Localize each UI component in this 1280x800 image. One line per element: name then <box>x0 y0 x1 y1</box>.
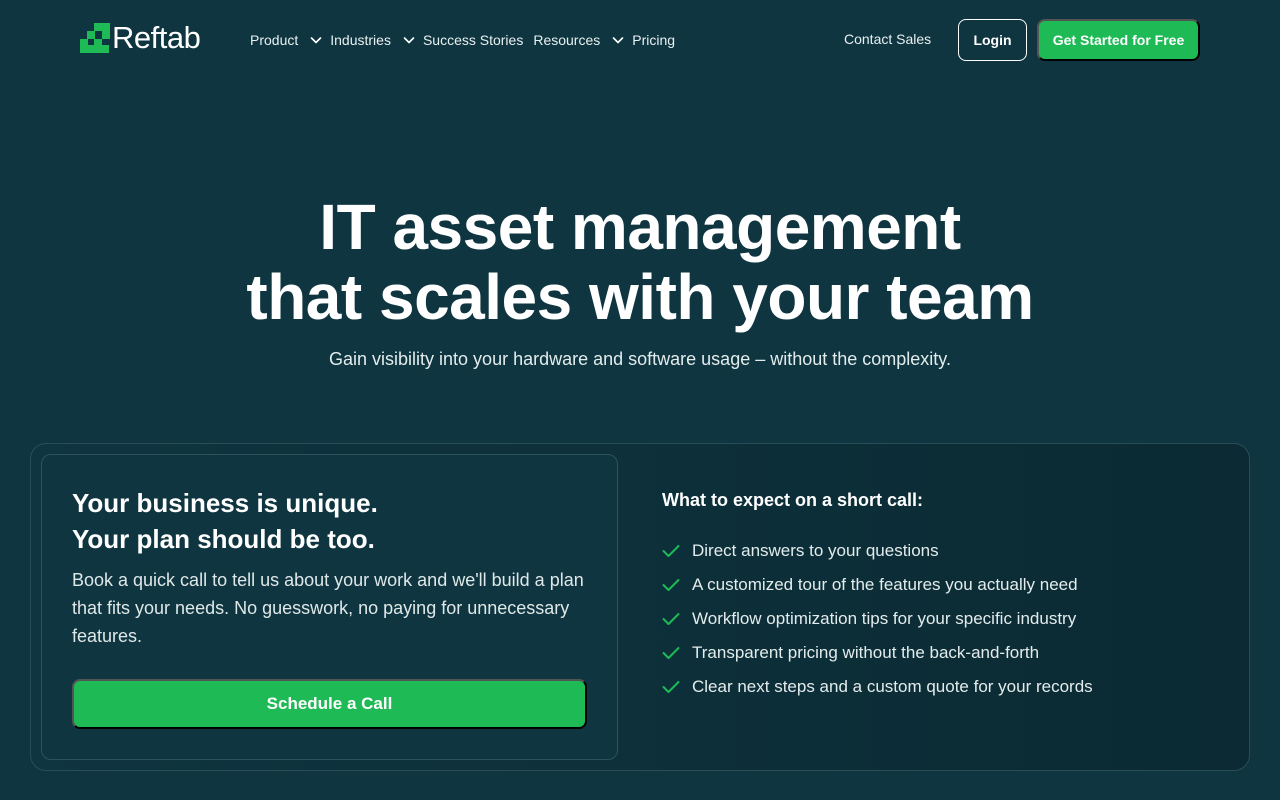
nav-item-industries[interactable]: Industries <box>330 32 423 48</box>
nav-item-label: Success Stories <box>422 32 524 48</box>
nav-item-label: Product <box>250 32 299 48</box>
expect-list: Direct answers to your questions A custo… <box>662 534 1222 704</box>
chevron-down-icon <box>310 37 322 44</box>
logo-text: Reftab <box>112 20 201 55</box>
nav-item-resources[interactable]: Resources <box>533 32 632 48</box>
check-icon <box>662 681 680 693</box>
chevron-down-icon <box>403 37 415 44</box>
check-icon <box>662 579 680 591</box>
main-menu: Product Industries Success Stories Resou… <box>250 30 675 50</box>
check-icon <box>662 545 680 557</box>
chevron-down-icon <box>612 37 624 44</box>
hero-title: IT asset management that scales with you… <box>0 192 1280 332</box>
nav-item-pricing[interactable]: Pricing <box>632 32 675 48</box>
nav-item-label: Pricing <box>632 32 676 48</box>
schedule-call-button[interactable]: Schedule a Call <box>72 679 587 729</box>
contact-sales-link[interactable]: Contact Sales <box>844 31 931 47</box>
nav-item-label: Resources <box>533 32 601 48</box>
expect-item-text: Clear next steps and a custom quote for … <box>692 677 1093 696</box>
check-icon <box>662 647 680 659</box>
reftab-logo[interactable]: Reftab <box>80 20 201 55</box>
check-icon <box>662 613 680 625</box>
hero-title-line1: IT asset management <box>319 191 961 263</box>
login-button[interactable]: Login <box>958 19 1027 61</box>
expect-list-item: Transparent pricing without the back-and… <box>662 636 1222 670</box>
nav-item-label: Industries <box>330 32 391 48</box>
expect-list-item: Direct answers to your questions <box>662 534 1222 568</box>
hero-title-line2: that scales with your team <box>246 261 1034 333</box>
plan-card-title: Your business is unique. Your plan shoul… <box>72 485 592 557</box>
expect-title: What to expect on a short call: <box>662 490 924 510</box>
expect-item-text: Transparent pricing without the back-and… <box>692 643 1040 662</box>
expect-item-text: Direct answers to your questions <box>692 541 939 560</box>
expect-list-item: Workflow optimization tips for your spec… <box>662 602 1222 636</box>
get-started-button[interactable]: Get Started for Free <box>1037 19 1200 61</box>
expect-list-item: Clear next steps and a custom quote for … <box>662 670 1222 704</box>
expect-item-text: A customized tour of the features you ac… <box>692 575 1078 594</box>
plan-title-line2: Your plan should be too. <box>72 524 375 554</box>
expect-item-text: Workflow optimization tips for your spec… <box>692 609 1077 628</box>
nav-item-product[interactable]: Product <box>250 32 330 48</box>
expect-list-item: A customized tour of the features you ac… <box>662 568 1222 602</box>
nav-item-success-stories[interactable]: Success Stories <box>423 32 523 48</box>
logo-mark-icon <box>80 23 110 53</box>
plan-title-line1: Your business is unique. <box>72 488 378 518</box>
hero-subtitle: Gain visibility into your hardware and s… <box>329 349 951 369</box>
plan-card-description: Book a quick call to tell us about your … <box>72 570 584 646</box>
top-navigation: Reftab Product Industries Success Storie… <box>0 0 1280 80</box>
